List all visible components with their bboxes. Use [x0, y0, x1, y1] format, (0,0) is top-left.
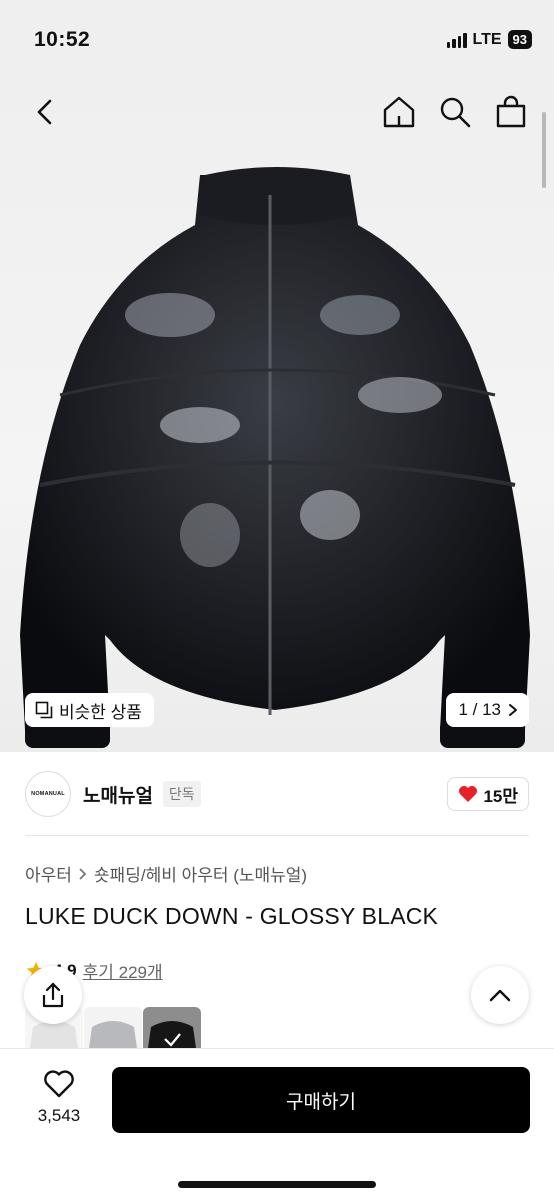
buy-button[interactable]: 구매하기	[112, 1067, 530, 1133]
chevron-right-icon	[79, 867, 87, 880]
similar-products-button[interactable]: 비슷한 상품	[25, 693, 154, 727]
similar-products-label: 비슷한 상품	[59, 702, 142, 722]
search-icon[interactable]	[438, 94, 472, 130]
brand-logo[interactable]: NOMANUAL	[25, 771, 71, 817]
breadcrumb: 아우터 숏패딩/헤비 아우터 (노매뉴얼)	[25, 861, 307, 886]
bag-icon[interactable]	[494, 94, 528, 130]
bottom-action-bar: 3,543 구매하기	[0, 1048, 554, 1200]
share-button[interactable]	[24, 966, 82, 1024]
battery-badge: 93	[507, 30, 532, 49]
wishlist-button[interactable]: 3,543	[25, 1069, 93, 1126]
chevron-up-icon	[489, 989, 511, 1002]
brand-row: NOMANUAL 노매뉴얼 단독 15만	[25, 770, 529, 818]
image-counter-text: 1 / 13	[458, 700, 501, 719]
status-time: 10:52	[34, 28, 91, 51]
home-indicator	[178, 1181, 376, 1188]
similar-icon	[35, 701, 53, 719]
chevron-right-icon	[509, 704, 517, 716]
review-link[interactable]: 후기 229개	[83, 958, 163, 983]
top-nav-actions	[382, 94, 528, 130]
status-indicators: LTE 93	[446, 30, 532, 49]
brand-like-count: 15만	[483, 786, 518, 806]
image-counter[interactable]: 1 / 13	[446, 693, 529, 727]
product-image	[20, 167, 530, 748]
home-icon[interactable]	[382, 94, 416, 130]
product-title: LUKE DUCK DOWN - GLOSSY BLACK	[25, 903, 439, 929]
divider	[25, 835, 529, 836]
heart-outline-icon	[44, 1070, 74, 1098]
scroll-top-button[interactable]	[471, 966, 529, 1024]
product-image-carousel[interactable]: 비슷한 상품 1 / 13	[0, 80, 554, 752]
breadcrumb-category[interactable]: 아우터	[25, 861, 72, 886]
back-icon[interactable]	[28, 94, 64, 130]
brand-name[interactable]: 노매뉴얼	[83, 781, 153, 808]
signal-icon	[446, 32, 467, 48]
heart-icon	[459, 786, 478, 802]
scroll-indicator	[542, 112, 546, 188]
wishlist-count: 3,543	[37, 1106, 81, 1125]
status-bar: 10:52 LTE 93	[0, 0, 554, 80]
share-icon	[42, 982, 64, 1008]
network-type: LTE	[472, 30, 502, 48]
exclusive-badge: 단독	[162, 781, 201, 807]
brand-like-button[interactable]: 15만	[447, 777, 529, 811]
breadcrumb-subcategory[interactable]: 숏패딩/헤비 아우터 (노매뉴얼)	[94, 861, 307, 886]
brand-logo-text: NOMANUAL	[31, 791, 65, 797]
